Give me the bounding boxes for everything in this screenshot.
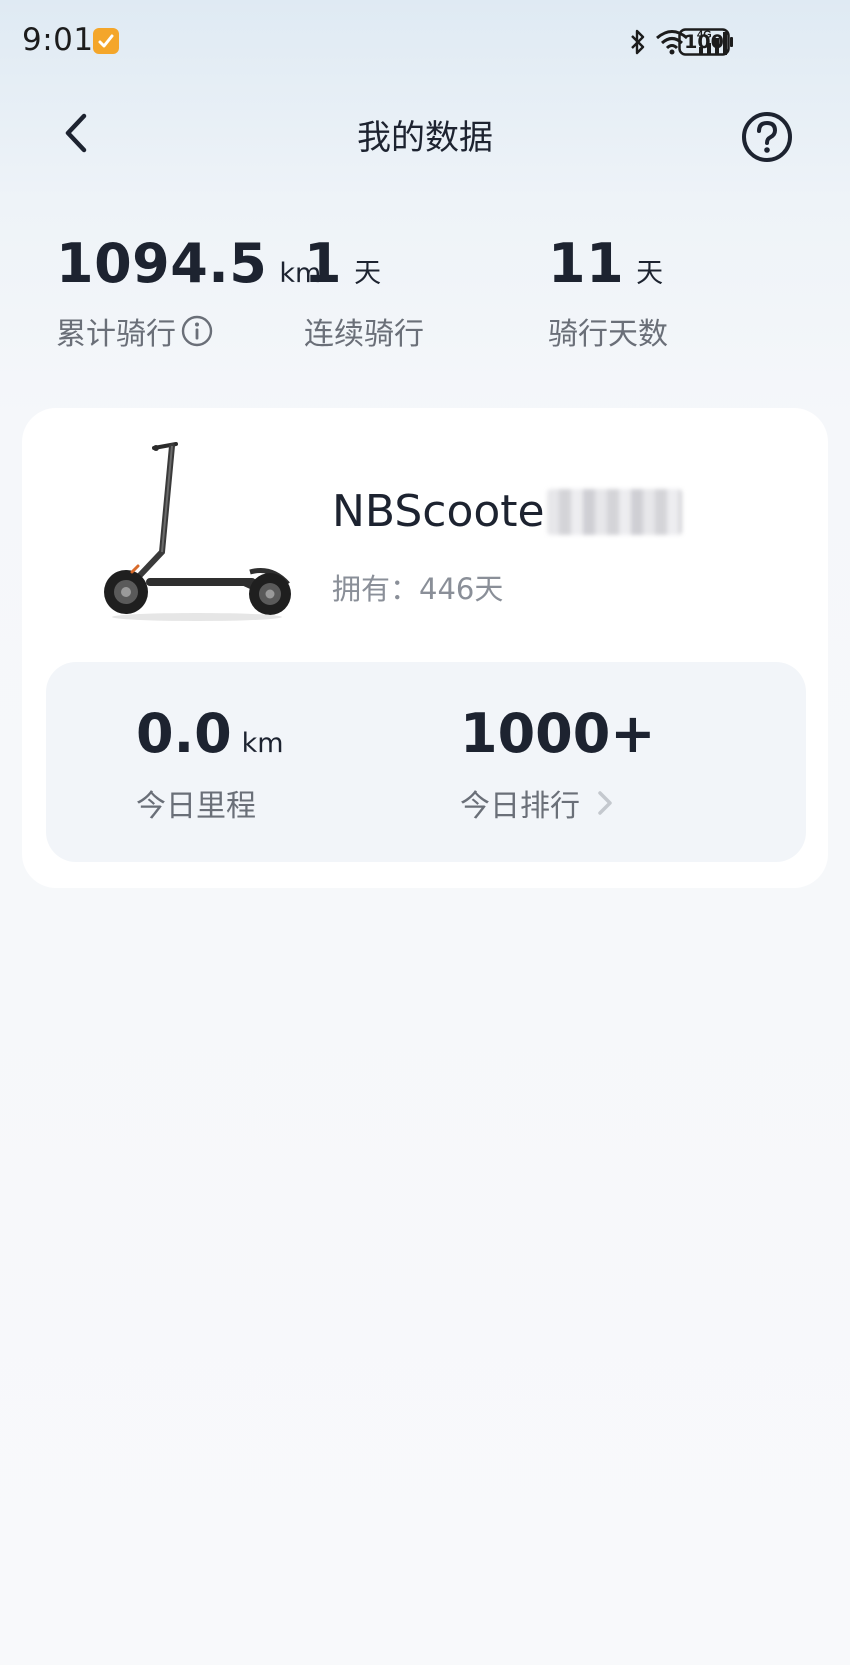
- device-name: NBScoote: [332, 486, 682, 537]
- ride-days-unit: 天: [636, 258, 664, 289]
- bluetooth-icon: [631, 29, 645, 55]
- today-rank-stat[interactable]: 1000+ 今日排行: [460, 702, 656, 825]
- today-distance-value: 0.0: [136, 702, 232, 765]
- page-title: 我的数据: [357, 118, 493, 158]
- owned-days: 拥有：446天: [332, 572, 504, 606]
- scooter-image: [104, 442, 291, 621]
- ride-days-label: 骑行天数: [548, 317, 668, 352]
- info-icon[interactable]: [180, 314, 214, 348]
- help-question-icon[interactable]: [740, 110, 794, 164]
- total-ride-label: 累计骑行: [56, 317, 176, 352]
- today-distance-label: 今日里程: [136, 789, 256, 824]
- battery-level: 100: [684, 31, 724, 53]
- device-name-text: NBScoote: [332, 486, 545, 537]
- battery-icon: 100: [678, 28, 734, 56]
- ride-days-value: 11: [548, 232, 625, 295]
- today-distance-stat: 0.0 km 今日里程: [136, 702, 284, 825]
- ride-days-stat: 11 天 骑行天数: [548, 232, 668, 353]
- today-distance-unit: km: [241, 728, 284, 759]
- total-ride-value: 1094.5: [56, 232, 268, 295]
- consecutive-ride-stat: 1 天 连续骑行: [304, 232, 424, 353]
- today-rank-value: 1000+: [460, 702, 656, 765]
- status-bar: 9:01 4G 100: [0, 0, 850, 86]
- device-card[interactable]: NBScoote 拥有：446天 0.0 km 今日里程 1000+ 今日排行: [22, 408, 828, 888]
- today-rank-label[interactable]: 今日排行: [460, 781, 580, 825]
- consecutive-ride-label: 连续骑行: [304, 317, 424, 352]
- consecutive-ride-unit: 天: [354, 258, 382, 289]
- today-panel: 0.0 km 今日里程 1000+ 今日排行: [46, 662, 806, 862]
- consecutive-ride-value: 1: [304, 232, 343, 295]
- notification-app-icon: [93, 28, 119, 54]
- total-ride-stat: 1094.5 km 累计骑行: [56, 232, 321, 353]
- blurred-serial: [546, 488, 682, 535]
- status-time: 9:01: [22, 22, 94, 58]
- chevron-right-icon[interactable]: [594, 787, 616, 819]
